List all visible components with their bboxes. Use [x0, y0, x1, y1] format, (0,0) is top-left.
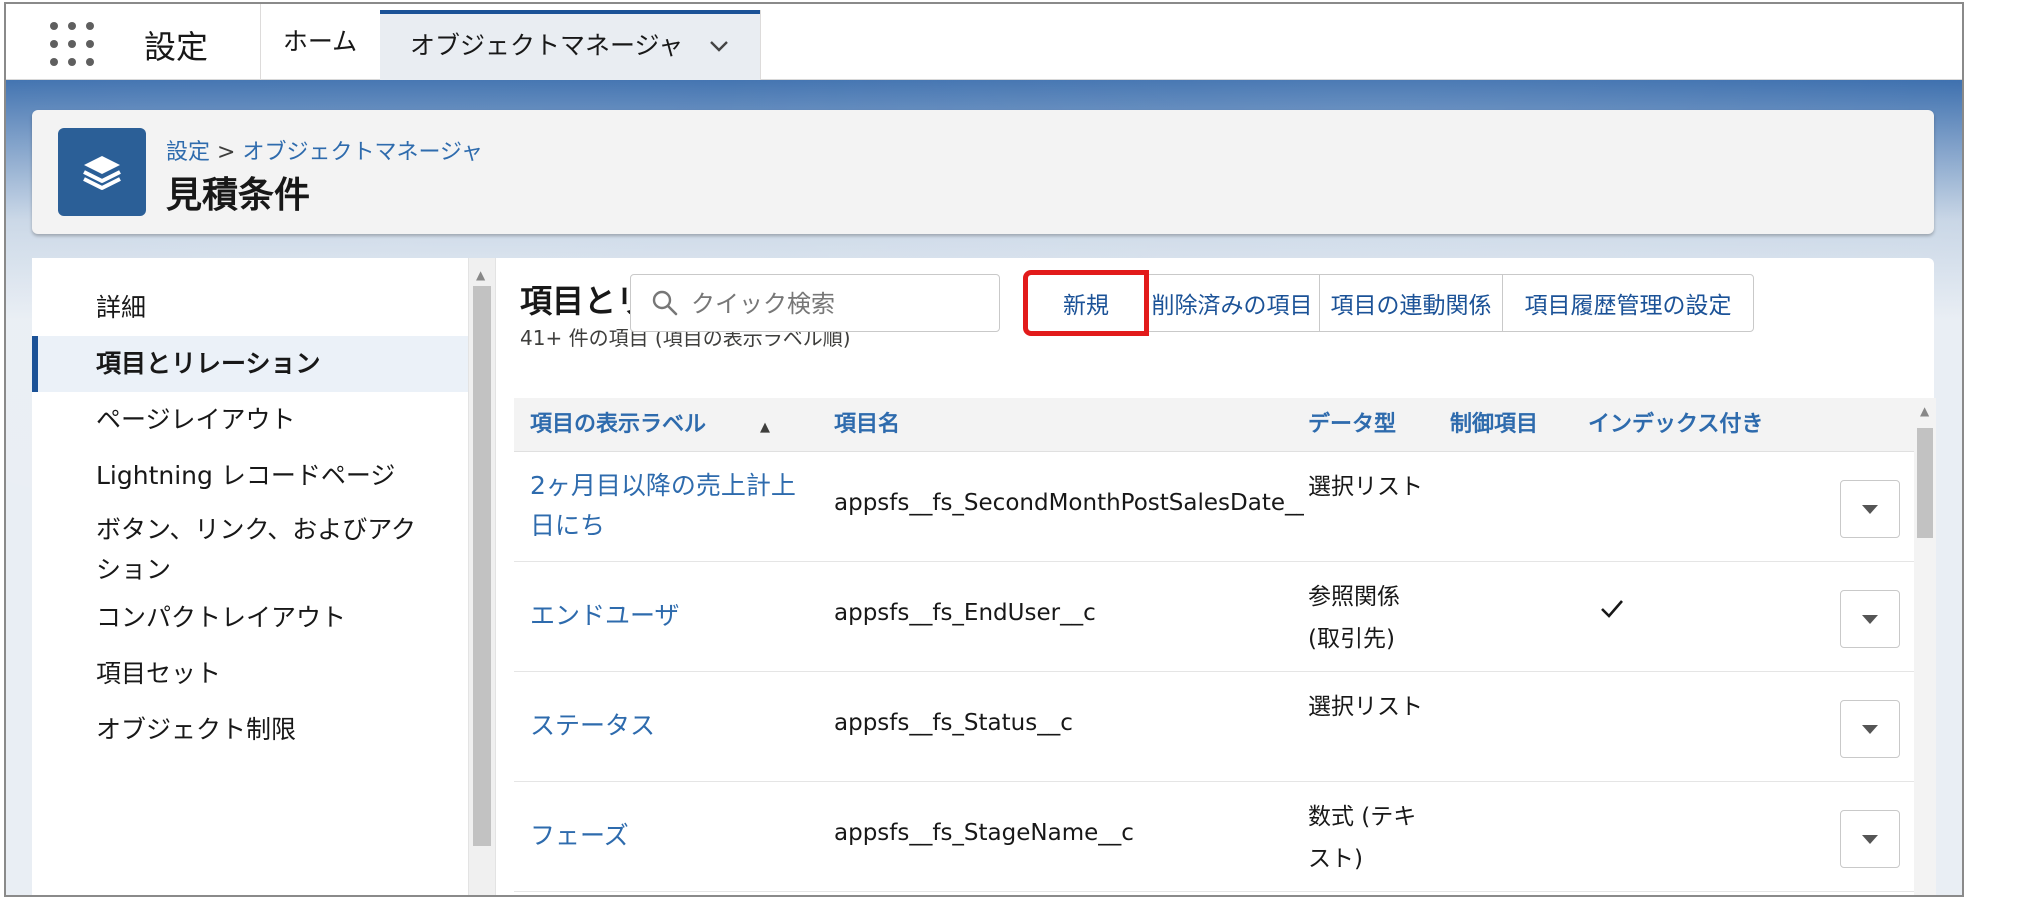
sidebar-item-lightning-record-pages[interactable]: Lightning レコードページ: [32, 456, 468, 496]
field-label-link[interactable]: 2ヶ月目以降の売上計上日にち: [530, 466, 820, 546]
field-data-type: 選択リスト: [1308, 474, 1423, 500]
nav-divider: [760, 10, 761, 80]
page-header: 設定 > オブジェクトマネージャ 見積条件: [32, 110, 1934, 234]
breadcrumb-object-manager-link[interactable]: オブジェクトマネージャ: [242, 140, 482, 165]
field-label-link[interactable]: エンドユーザ: [530, 596, 820, 636]
caret-down-icon: [1862, 835, 1878, 844]
field-api-name: appsfs__fs_Status__c: [834, 710, 1073, 736]
sidebar-item-buttons-links-actions[interactable]: ボタン、リンク、およびアクション: [32, 510, 432, 590]
new-button[interactable]: 新規: [1023, 270, 1149, 336]
app-launcher-icon[interactable]: [50, 22, 94, 66]
table-row: フェーズ appsfs__fs_StageName__c 数式 (テキスト): [514, 782, 1914, 892]
sidebar-item-compact-layouts[interactable]: コンパクトレイアウト: [32, 598, 468, 638]
sidebar-item-object-limits[interactable]: オブジェクト制限: [32, 710, 468, 750]
page-title: 見積条件: [166, 175, 311, 216]
field-data-type: 数式 (テキスト): [1308, 804, 1417, 872]
field-label-link[interactable]: ステータス: [530, 706, 820, 746]
history-tracking-button[interactable]: 項目履歴管理の設定: [1502, 274, 1754, 332]
sidebar-scrollbar[interactable]: ▲: [468, 258, 496, 895]
row-actions-button[interactable]: [1840, 590, 1900, 648]
layers-icon: [58, 128, 146, 216]
column-header-label-text: 項目の表示ラベル: [530, 412, 707, 437]
quick-search[interactable]: [630, 274, 1000, 332]
table-row: エンドユーザ appsfs__fs_EndUser__c 参照関係 (取引先): [514, 562, 1914, 672]
scroll-up-icon[interactable]: ▲: [1920, 404, 1929, 418]
fields-panel: 項目とリ 41+ 件の項目 (項目の表示ラベル順) 新規 削除済みの項目 項目の…: [494, 258, 1936, 895]
section-title: 項目とリ: [520, 282, 649, 320]
tab-object-manager-label: オブジェクトマネージャ: [410, 31, 684, 60]
breadcrumb-setup-link[interactable]: 設定: [166, 140, 210, 165]
column-header-data-type[interactable]: データ型: [1308, 398, 1396, 452]
row-actions-button[interactable]: [1840, 700, 1900, 758]
sidebar-item-field-sets[interactable]: 項目セット: [32, 654, 468, 694]
deleted-fields-button[interactable]: 削除済みの項目: [1144, 274, 1320, 332]
breadcrumb: 設定 > オブジェクトマネージャ: [166, 134, 483, 166]
caret-down-icon: [1862, 615, 1878, 624]
column-header-controlling[interactable]: 制御項目: [1450, 398, 1538, 452]
column-header-api-name[interactable]: 項目名: [834, 398, 900, 452]
field-data-type: 参照関係 (取引先): [1308, 584, 1400, 652]
caret-down-icon: [1862, 505, 1878, 514]
scrollbar-thumb[interactable]: [1917, 428, 1933, 538]
tab-object-manager[interactable]: オブジェクトマネージャ: [380, 10, 760, 80]
row-actions-button[interactable]: [1840, 810, 1900, 868]
table-row: ステータス appsfs__fs_Status__c 選択リスト: [514, 672, 1914, 782]
toolbar-buttons: 新規 削除済みの項目 項目の連動関係 項目履歴管理の設定: [1023, 270, 1754, 336]
scrollbar-thumb[interactable]: [473, 286, 491, 846]
sidebar-item-page-layouts[interactable]: ページレイアウト: [32, 400, 468, 440]
search-icon: [651, 289, 679, 321]
search-input[interactable]: [689, 285, 993, 323]
row-actions-button[interactable]: [1840, 480, 1900, 538]
field-dependencies-button[interactable]: 項目の連動関係: [1319, 274, 1503, 332]
object-sidebar: 詳細 項目とリレーション ページレイアウト Lightning レコードページ …: [32, 258, 468, 895]
app-name: 設定: [144, 28, 209, 66]
field-data-type: 選択リスト: [1308, 694, 1423, 720]
field-api-name: appsfs__fs_SecondMonthPostSalesDate__c: [834, 490, 1304, 516]
breadcrumb-separator: >: [217, 140, 236, 165]
tab-home[interactable]: ホーム: [260, 4, 380, 80]
column-header-indexed[interactable]: インデックス付き: [1588, 398, 1763, 452]
column-header-label[interactable]: 項目の表示ラベル ▲: [530, 398, 770, 455]
field-label-link[interactable]: フェーズ: [530, 816, 820, 856]
sort-ascending-icon[interactable]: ▲: [760, 420, 770, 435]
table-header: 項目の表示ラベル ▲ 項目名 データ型 制御項目 インデックス付き: [514, 398, 1914, 452]
content-panel: 詳細 項目とリレーション ページレイアウト Lightning レコードページ …: [32, 258, 1936, 895]
field-api-name: appsfs__fs_StageName__c: [834, 820, 1134, 846]
checkmark-icon: [1598, 594, 1626, 626]
app-window: 設定 ホーム オブジェクトマネージャ 設定 > オブジェクトマネージャ 見積条件: [4, 2, 1964, 897]
caret-down-icon: [1862, 725, 1878, 734]
field-api-name: appsfs__fs_EndUser__c: [834, 600, 1096, 626]
table-row: 2ヶ月目以降の売上計上日にち appsfs__fs_SecondMonthPos…: [514, 452, 1914, 562]
global-nav: 設定 ホーム オブジェクトマネージャ: [6, 4, 1962, 80]
sidebar-item-details[interactable]: 詳細: [32, 288, 468, 328]
scroll-up-icon[interactable]: ▲: [476, 268, 485, 282]
sidebar-item-fields-relationships[interactable]: 項目とリレーション: [32, 336, 468, 392]
table-scrollbar[interactable]: ▲: [1914, 398, 1936, 895]
